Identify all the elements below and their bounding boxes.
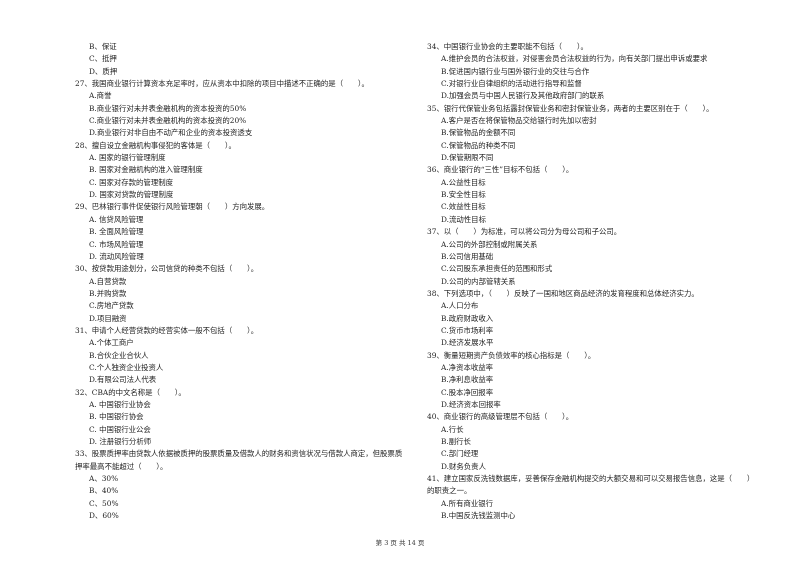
question-32: 32、CBA的中文名称是（ ）。 A. 中国银行业协会 B. 中国银行协会 C.…: [75, 387, 405, 449]
option-b: B.净利息收益率: [441, 375, 494, 385]
carryover-option: B、保证: [89, 42, 117, 51]
option-c: C.股本净回报率: [441, 387, 494, 397]
question-40: 40、商业银行的高级管理层不包括（ ）。 A.行长 B.副行长 C.部门经理 D…: [427, 411, 757, 473]
option-a: A.净资本收益率: [441, 362, 494, 372]
question-33: 33、股票质押率由贷款人依据被质押的股票质量及借款人的财务和资信状况与借款人商定…: [75, 448, 405, 522]
question-text: 39、衡量短期资产负债效率的核心指标是（ ）。: [427, 350, 596, 360]
question-text: 30、按贷款用途划分，公司信贷的种类不包括（ ）。: [75, 264, 259, 274]
option-a: A.公司的外部控制或附属关系: [441, 239, 538, 249]
option-b: B. 全面风险管理: [89, 227, 144, 237]
option-b: B.安全性目标: [441, 190, 486, 200]
question-text: 41、建立国家反洗钱数据库，妥善保存金融机构提交的大额交易和可以交易报告信息，这…: [427, 474, 755, 496]
option-d: D.加强会员与中国人民银行及其他政府部门的联系: [441, 91, 605, 101]
option-d: D. 国家对贷款的管理制度: [89, 190, 174, 200]
question-39: 39、衡量短期资产负债效率的核心指标是（ ）。 A.净资本收益率 B.净利息收益…: [427, 350, 757, 412]
option-d: D.公司的内部管辖关系: [441, 276, 516, 286]
option-b: B.并购贷款: [89, 288, 127, 298]
question-text: 35、银行代保管业务包括露封保管业务和密封保管业务，两者的主要区别在于（ ）。: [427, 103, 714, 113]
option-c: C.对银行业自律组织的活动进行指导和监督: [441, 79, 582, 89]
question-text: 40、商业银行的高级管理层不包括（ ）。: [427, 412, 574, 422]
option-a: A. 国家的银行管理制度: [89, 153, 166, 163]
option-c: C.部门经理: [441, 449, 479, 459]
question-37: 37、以（ ）为标准，可以将公司分为母公司和子公司。 A.公司的外部控制或附属关…: [427, 226, 757, 288]
question-text: 29、巴林银行事件促使银行风险管理朝（ ）方向发展。: [75, 202, 270, 212]
option-a: A.客户是否在将保管物品交给银行时先加以密封: [441, 116, 597, 126]
question-text: 38、下列选项中，（ ）反映了一国和地区商品经济的发育程度和总体经济实力。: [427, 288, 699, 298]
option-c: C.货币市场利率: [441, 325, 494, 335]
option-c: C、50%: [89, 498, 119, 508]
option-d: D. 流动风险管理: [89, 251, 144, 261]
option-a: A.行长: [441, 424, 464, 434]
question-28: 28、擅自设立金融机构事侵犯的客体是（ ）。 A. 国家的银行管理制度 B. 国…: [75, 140, 405, 202]
option-a: A. 信贷风险管理: [89, 214, 144, 224]
option-a: A.公益性目标: [441, 177, 486, 187]
question-38: 38、下列选项中，（ ）反映了一国和地区商品经济的发育程度和总体经济实力。 A.…: [427, 288, 757, 350]
option-a: A.商誉: [89, 91, 112, 101]
option-a: A.自营贷款: [89, 276, 127, 286]
question-34: 34、中国银行业协会的主要职能不包括（ ）。 A.维护会员的合法权益，对侵害会员…: [427, 41, 757, 103]
carryover-option: C、抵押: [89, 54, 117, 64]
option-b: B. 国家对金融机构的准入管理制度: [89, 165, 203, 175]
question-text: 32、CBA的中文名称是（ ）。: [75, 387, 186, 397]
question-35: 35、银行代保管业务包括露封保管业务和密封保管业务，两者的主要区别在于（ ）。 …: [427, 103, 757, 165]
option-b: B.公司信用基础: [441, 251, 494, 261]
option-c: C.个人独资企业投资人: [89, 362, 164, 372]
question-30: 30、按贷款用途划分，公司信贷的种类不包括（ ）。 A.自营贷款 B.并购贷款 …: [75, 263, 405, 325]
option-d: D.经济发展水平: [441, 338, 494, 348]
carryover-option: D、质押: [89, 66, 118, 76]
option-c: C.商业银行对未并表金融机构的资本投资的20%: [89, 116, 247, 126]
option-b: B.副行长: [441, 437, 471, 446]
option-b: B. 中国银行协会: [89, 412, 144, 422]
option-c: C.公司股东承担责任的范围和形式: [441, 264, 553, 274]
left-column: B、保证 C、抵押 D、质押 27、我国商业银行计算资本充足率时，应从资本中扣除…: [75, 41, 405, 522]
question-text: 36、商业银行的“三性”目标不包括（ ）。: [427, 165, 574, 175]
question-41: 41、建立国家反洗钱数据库，妥善保存金融机构提交的大额交易和可以交易报告信息，这…: [427, 473, 757, 522]
option-b: B.政府财政收入: [441, 313, 494, 323]
option-c: C.房地产贷款: [89, 301, 134, 311]
option-a: A. 中国银行业协会: [89, 399, 151, 409]
option-d: D、60%: [89, 511, 119, 521]
question-text: 33、股票质押率由贷款人依据被质押的股票质量及借款人的财务和资信状况与借款人商定…: [75, 449, 403, 471]
question-text: 34、中国银行业协会的主要职能不包括（ ）。: [427, 42, 588, 51]
question-36: 36、商业银行的“三性”目标不包括（ ）。 A.公益性目标 B.安全性目标 C.…: [427, 164, 757, 226]
option-a: A、30%: [89, 474, 119, 484]
question-text: 37、以（ ）为标准，可以将公司分为母公司和子公司。: [427, 227, 622, 237]
option-d: D.有限公司法人代表: [89, 375, 157, 385]
option-b: B.合伙企业合伙人: [89, 350, 149, 360]
option-a: A.个体工商户: [89, 338, 134, 348]
question-29: 29、巴林银行事件促使银行风险管理朝（ ）方向发展。 A. 信贷风险管理 B. …: [75, 201, 405, 263]
option-d: D.商业银行对非自由不动产和企业的资本投资透支: [89, 128, 253, 138]
option-a: A.维护会员的合法权益，对侵害会员合法权益的行为，向有关部门提出申诉或要求: [441, 54, 708, 64]
option-d: D.流动性目标: [441, 214, 486, 224]
question-text: 27、我国商业银行计算资本充足率时，应从资本中扣除的项目中描述不正确的是（ ）。: [75, 79, 369, 89]
option-b: B.促进国内银行业与国外银行业的交往与合作: [441, 66, 590, 76]
question-text: 28、擅自设立金融机构事侵犯的客体是（ ）。: [75, 140, 236, 150]
option-b: B.商业银行对未并表金融机构的资本投资的50%: [89, 103, 247, 113]
option-b: B.保管物品的金额不同: [441, 128, 516, 138]
option-a: A.人口分布: [441, 301, 479, 311]
option-d: D.项目融资: [89, 313, 127, 323]
option-d: D.保管期限不同: [441, 153, 494, 163]
page-footer: 第 3 页 共 14 页: [375, 539, 425, 547]
option-d: D.财务负责人: [441, 461, 486, 471]
option-c: C. 国家对存款的管理制度: [89, 177, 173, 187]
question-27: 27、我国商业银行计算资本充足率时，应从资本中扣除的项目中描述不正确的是（ ）。…: [75, 78, 405, 140]
option-d: D. 注册银行分析师: [89, 437, 152, 446]
option-a: A.所有商业银行: [441, 498, 494, 508]
option-b: B、40%: [89, 486, 119, 496]
option-c: C.效益性目标: [441, 202, 486, 212]
question-31: 31、申请个人经营贷款的经营实体一般不包括（ ）。 A.个体工商户 B.合伙企业…: [75, 325, 405, 387]
option-d: D.经济资本回报率: [441, 399, 501, 409]
option-b: B.中国反洗钱监测中心: [441, 511, 516, 521]
right-column: 34、中国银行业协会的主要职能不包括（ ）。 A.维护会员的合法权益，对侵害会员…: [427, 41, 757, 522]
option-c: C. 中国银行业公会: [89, 424, 151, 434]
question-text: 31、申请个人经营贷款的经营实体一般不包括（ ）。: [75, 325, 259, 335]
option-c: C. 市场风险管理: [89, 239, 144, 249]
option-c: C.保管物品的种类不同: [441, 140, 516, 150]
